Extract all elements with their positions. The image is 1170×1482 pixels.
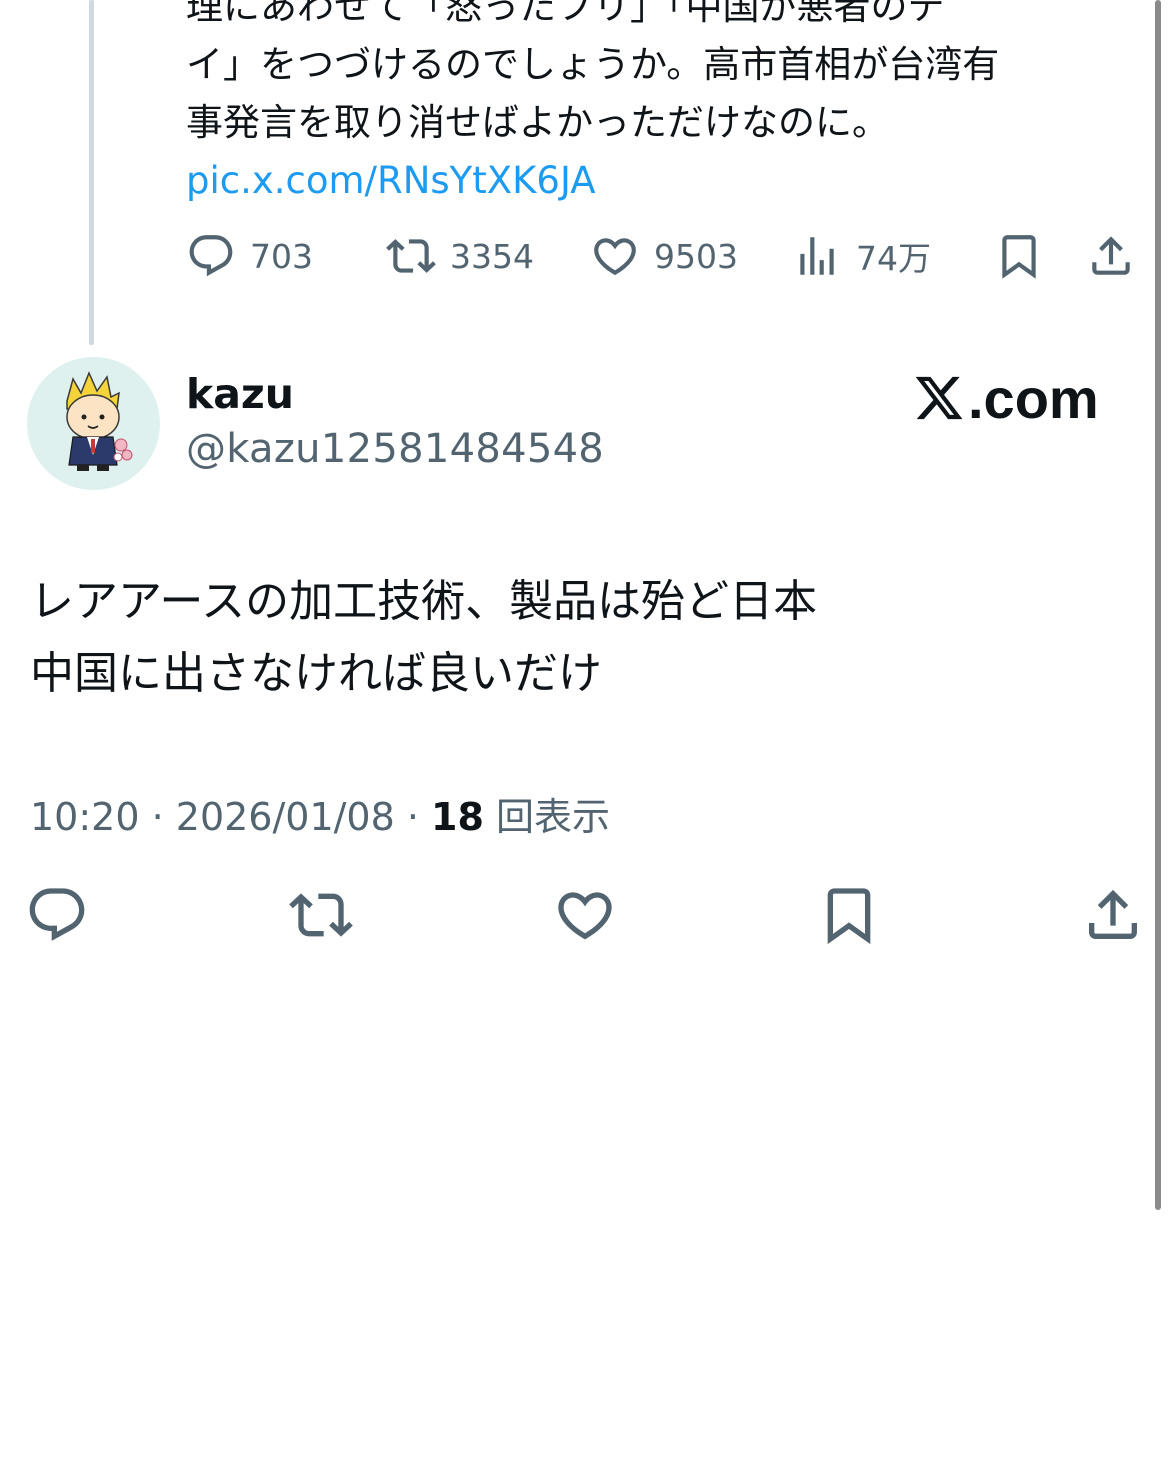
share-button[interactable] (1078, 880, 1148, 950)
bookmark-icon (1002, 235, 1036, 279)
x-com-watermark: .com (912, 366, 1099, 430)
bookmark-button[interactable] (814, 880, 884, 950)
tweet-date[interactable]: 2026/01/08 (176, 795, 395, 839)
meta-separator: · (394, 795, 432, 839)
x-logo-icon (915, 376, 963, 420)
reply-button[interactable] (22, 880, 92, 950)
parent-like-count: 9503 (654, 236, 738, 276)
parent-like-button[interactable]: 9503 (590, 226, 738, 286)
heart-icon (594, 238, 636, 276)
scrollbar[interactable] (1155, 0, 1161, 1210)
tweet-meta: 10:20 · 2026/01/08 · 18 回表示 (30, 786, 610, 841)
parent-share-button[interactable] (1086, 226, 1136, 286)
parent-tweet-actions: 703 3354 9503 74万 (186, 226, 1146, 286)
retweet-icon (386, 239, 436, 273)
parent-tweet-media-link[interactable]: pic.x.com/RNsYtXK6JA (186, 152, 1146, 210)
parent-views-count: 74万 (856, 239, 931, 278)
tweet-screenshot: 理にあわせて「怒ったフリ」「中国が悪者のテ イ」をつづけるのでしょうか。高市首相… (0, 0, 1170, 1482)
like-button[interactable] (550, 880, 620, 950)
parent-tweet-text: 理にあわせて「怒ったフリ」「中国が悪者のテ イ」をつづけるのでしょうか。高市首相… (186, 0, 1146, 210)
tweet-text-line: レアアースの加工技術、製品は殆ど日本 (30, 576, 818, 627)
tweet-time[interactable]: 10:20 (30, 795, 140, 839)
meta-separator: · (139, 795, 176, 839)
analytics-icon (800, 237, 834, 275)
share-icon (1089, 889, 1137, 939)
thread-connector (89, 0, 94, 345)
tweet-actions (0, 880, 1170, 950)
bookmark-icon (827, 888, 871, 945)
share-icon (1092, 236, 1130, 275)
parent-reply-button[interactable]: 703 (186, 226, 313, 286)
reply-icon (29, 888, 85, 941)
views-label: 回表示 (496, 795, 611, 839)
parent-reply-count: 703 (250, 236, 313, 276)
x-com-label: .com (968, 366, 1099, 430)
reply-icon (189, 235, 233, 277)
parent-tweet-line: 事発言を取り消せばよかっただけなのに。 (186, 101, 889, 144)
parent-tweet-line: イ」をつづけるのでしょうか。高市首相が台湾有 (186, 43, 1000, 86)
user-handle[interactable]: @kazu12581484548 (186, 426, 604, 472)
parent-retweet-count: 3354 (450, 236, 534, 276)
retweet-icon (289, 893, 353, 937)
retweet-button[interactable] (286, 880, 356, 950)
parent-bookmark-button[interactable] (994, 226, 1044, 286)
heart-icon (558, 892, 612, 940)
parent-views-button[interactable]: 74万 (792, 226, 931, 286)
views-count: 18 (431, 795, 484, 839)
tweet-text-line: 中国に出さなければ良いだけ (30, 648, 602, 699)
tweet-text: レアアースの加工技術、製品は殆ど日本 中国に出さなければ良いだけ (30, 566, 1130, 710)
display-name[interactable]: kazu (186, 370, 294, 418)
parent-tweet-line: 理にあわせて「怒ったフリ」「中国が悪者のテ (186, 0, 945, 28)
parent-retweet-button[interactable]: 3354 (386, 226, 534, 286)
avatar-character-icon (27, 357, 159, 489)
avatar[interactable] (27, 357, 160, 490)
